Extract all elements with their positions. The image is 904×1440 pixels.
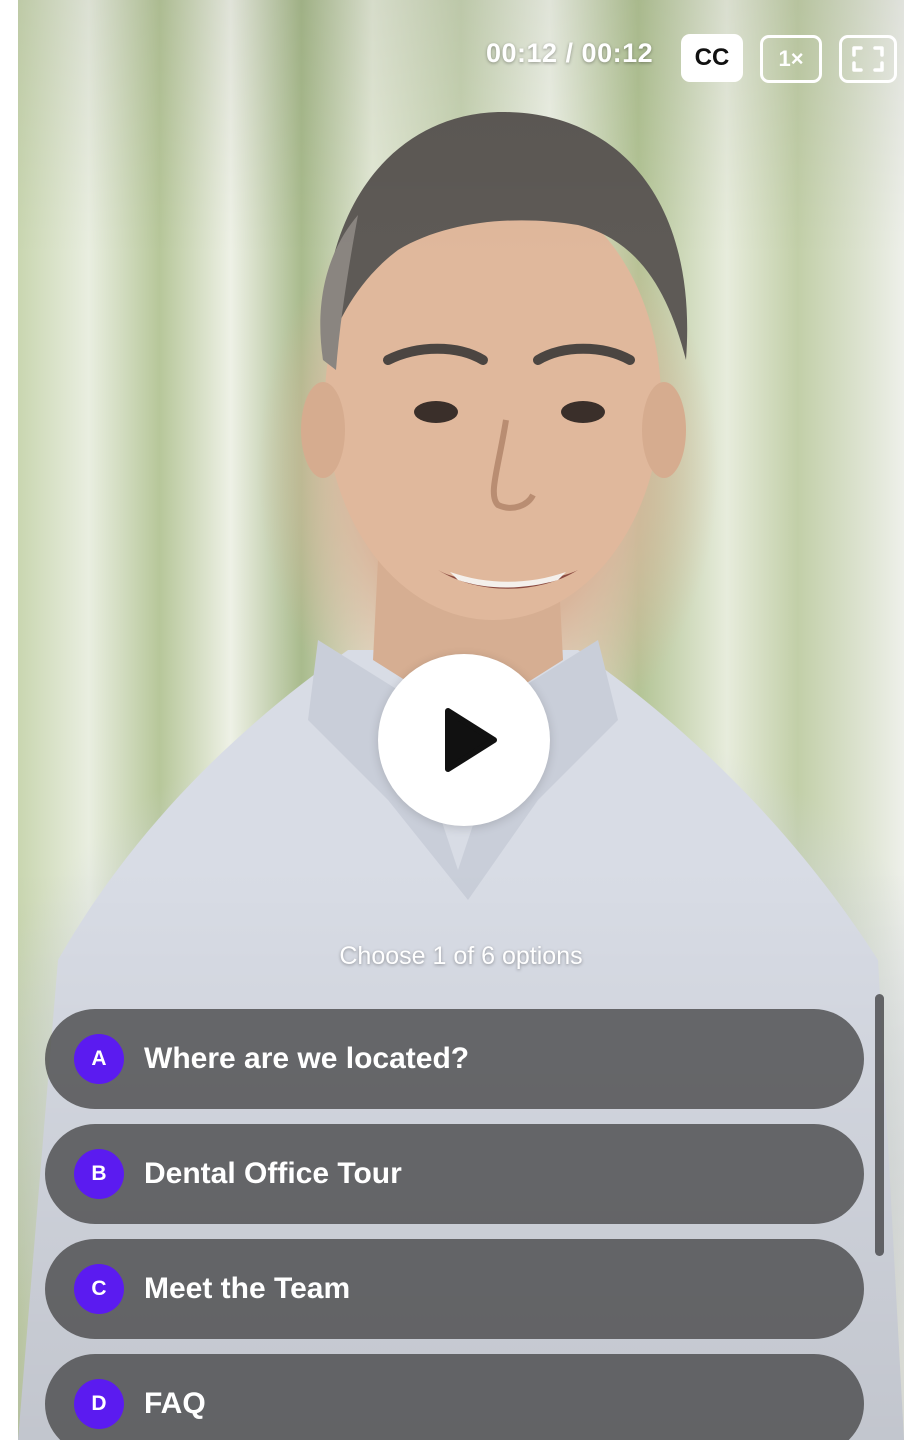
option-a-badge: A [74, 1034, 124, 1084]
option-c-badge: C [74, 1264, 124, 1314]
option-d-label: FAQ [144, 1387, 206, 1420]
option-d[interactable]: D FAQ [45, 1354, 864, 1440]
option-a[interactable]: A Where are we located? [45, 1009, 864, 1109]
option-d-badge: D [74, 1379, 124, 1429]
option-c-label: Meet the Team [144, 1272, 351, 1305]
option-b-label: Dental Office Tour [144, 1157, 402, 1190]
option-b[interactable]: B Dental Office Tour [45, 1124, 864, 1224]
play-button[interactable] [378, 654, 550, 826]
playback-time: 00:12 / 00:12 [486, 38, 654, 68]
captions-label: CC [694, 44, 730, 71]
playback-speed-button[interactable]: 1× [760, 35, 822, 83]
option-b-badge: B [74, 1149, 124, 1199]
playback-speed-label: 1× [778, 46, 804, 71]
fullscreen-button[interactable] [839, 35, 897, 83]
option-c[interactable]: C Meet the Team [45, 1239, 864, 1339]
option-a-label: Where are we located? [144, 1042, 470, 1075]
captions-button[interactable]: CC [681, 34, 743, 82]
video-frame[interactable]: 00:12 / 00:12 CC 1× Choose 1 of 6 option… [18, 0, 904, 1440]
play-icon [445, 708, 497, 772]
choice-prompt: Choose 1 of 6 options [339, 942, 583, 970]
options-scrollbar[interactable] [875, 994, 884, 1256]
fullscreen-icon [852, 46, 884, 72]
